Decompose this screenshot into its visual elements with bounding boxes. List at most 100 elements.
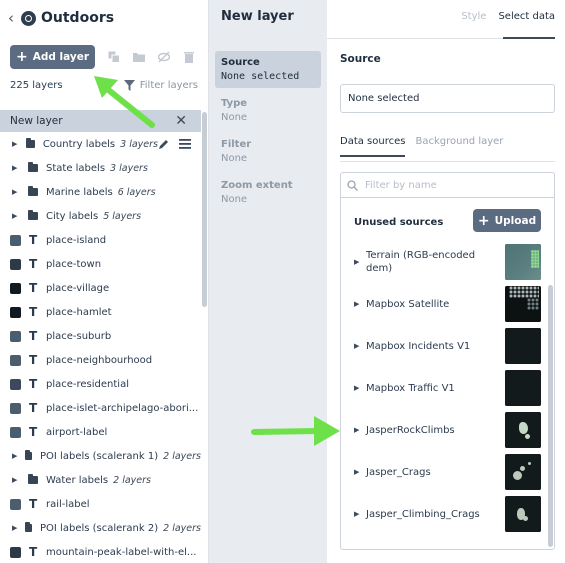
source-item[interactable]: ▶ JasperRockClimbs — [354, 411, 541, 449]
layer-name: place-town — [46, 258, 102, 270]
hide-icon[interactable] — [158, 51, 170, 63]
layer-name: airport-label — [46, 426, 108, 438]
symbol-layer-icon: T — [29, 305, 38, 319]
layer-group-row[interactable]: ▶ City labels 5 layers — [0, 204, 201, 228]
caret-right-icon[interactable]: ▶ — [12, 164, 22, 172]
pencil-icon[interactable] — [158, 139, 169, 150]
data-panel: Style Select data Source None selected D… — [327, 0, 565, 563]
tab-type[interactable]: Type None — [215, 92, 321, 129]
layer-name: place-neighbourhood — [46, 354, 153, 366]
annotation-arrow-icon — [94, 76, 155, 128]
layer-title: New layer — [221, 9, 294, 24]
caret-right-icon[interactable]: ▶ — [12, 188, 22, 196]
layer-list: New layer ✕ ▶ Country labels 3 layers ▶ Stat… — [0, 110, 201, 563]
tab-select-data[interactable]: Select data — [498, 11, 555, 22]
sources-scrollbar[interactable] — [548, 285, 553, 547]
style-title: Outdoors — [41, 10, 115, 26]
layer-name: place-islet-archipelago-abori... — [46, 402, 199, 414]
caret-right-icon[interactable]: ▶ — [12, 140, 20, 148]
caret-right-icon[interactable]: ▶ — [354, 510, 359, 518]
upload-button[interactable]: + Upload — [473, 209, 541, 232]
symbol-layer-icon: T — [29, 329, 38, 343]
folder-icon — [28, 186, 38, 196]
tab-style[interactable]: Style — [461, 11, 486, 22]
layer-row[interactable]: Trail-label — [0, 492, 201, 516]
divider — [340, 161, 555, 162]
source-thumbnail — [505, 496, 541, 532]
layer-group-row[interactable]: ▶ POI labels (scalerank 1) 2 layers — [0, 444, 201, 468]
layer-name: place-island — [46, 234, 107, 246]
layer-group-row[interactable]: ▶ Marine labels 6 layers — [0, 180, 201, 204]
source-name: Mapbox Satellite — [366, 298, 450, 310]
property-tabs: Source None selected Type None Filter No… — [215, 51, 321, 215]
tab-zoom-extent[interactable]: Zoom extent None — [215, 174, 321, 211]
layer-row[interactable]: Tplace-neighbourhood — [0, 348, 201, 372]
symbol-layer-icon: T — [29, 401, 38, 415]
layer-properties-panel: New layer Source None selected Type None… — [209, 0, 327, 563]
chevron-left-icon[interactable]: ‹ — [8, 9, 18, 27]
annotation-arrow-icon — [251, 416, 340, 446]
caret-right-icon[interactable]: ▶ — [354, 258, 359, 266]
caret-right-icon[interactable]: ▶ — [12, 476, 22, 484]
add-layer-button[interactable]: + Add layer — [10, 45, 95, 69]
layer-group-count: 3 layers — [110, 162, 148, 174]
layer-row[interactable]: Tplace-village — [0, 276, 201, 300]
trash-icon[interactable] — [183, 51, 195, 63]
caret-right-icon[interactable]: ▶ — [12, 524, 19, 532]
layer-row[interactable]: Tplace-residential — [0, 372, 201, 396]
layer-swatch-icon — [10, 282, 21, 294]
layer-group-row[interactable]: ▶ State labels 3 layers — [0, 156, 201, 180]
folder-icon — [26, 138, 35, 148]
layer-group-row[interactable]: ▶ Water labels 2 layers — [0, 468, 201, 492]
caret-right-icon[interactable]: ▶ — [12, 452, 19, 460]
source-name: Mapbox Incidents V1 — [366, 340, 471, 352]
layer-swatch-icon — [10, 306, 21, 318]
caret-right-icon[interactable]: ▶ — [354, 468, 359, 476]
folder-icon — [28, 474, 38, 484]
source-thumbnail — [505, 454, 541, 490]
source-item[interactable]: ▶ Jasper_Climbing_Crags — [354, 495, 541, 533]
menu-icon[interactable] — [179, 139, 191, 149]
sidebar-header: ‹ Outdoors — [0, 0, 208, 36]
source-thumbnail — [505, 370, 541, 406]
caret-right-icon[interactable]: ▶ — [354, 384, 359, 392]
caret-right-icon[interactable]: ▶ — [354, 342, 359, 350]
layer-row[interactable]: Tplace-islet-archipelago-abori... — [0, 396, 201, 420]
tab-background-layer[interactable]: Background layer — [415, 136, 503, 157]
layer-row[interactable]: Tairport-label — [0, 420, 201, 444]
layer-swatch-icon — [10, 402, 21, 414]
layer-row[interactable]: Tplace-suburb — [0, 324, 201, 348]
layer-row[interactable]: Tplace-town — [0, 252, 201, 276]
source-name: Mapbox Traffic V1 — [366, 382, 455, 394]
caret-right-icon[interactable]: ▶ — [354, 300, 359, 308]
tab-value: None — [221, 112, 248, 123]
source-name: Jasper_Crags — [366, 466, 431, 478]
source-item[interactable]: ▶ Terrain (RGB-encoded dem) — [354, 243, 541, 281]
search-input[interactable]: Filter by name — [341, 173, 554, 198]
source-field[interactable]: None selected — [340, 84, 555, 113]
tab-source[interactable]: Source None selected — [215, 51, 321, 88]
layer-group-row[interactable]: ▶ Country labels 3 layers — [0, 132, 201, 156]
row-actions — [158, 139, 201, 150]
layer-row[interactable]: Tplace-hamlet — [0, 300, 201, 324]
layer-row[interactable]: Tplace-island — [0, 228, 201, 252]
source-item[interactable]: ▶ Mapbox Traffic V1 — [354, 369, 541, 407]
source-item[interactable]: ▶ Mapbox Incidents V1 — [354, 327, 541, 365]
caret-right-icon[interactable]: ▶ — [12, 212, 22, 220]
caret-right-icon[interactable]: ▶ — [354, 426, 359, 434]
sidebar-scrollbar[interactable] — [202, 112, 207, 307]
layer-group-count: 6 layers — [117, 186, 156, 198]
close-icon[interactable]: ✕ — [175, 113, 187, 129]
layer-group-row[interactable]: ▶ POI labels (scalerank 2) 2 layers — [0, 516, 201, 540]
source-tabs: Data sources Background layer — [340, 136, 503, 157]
tab-label: Source — [221, 57, 260, 68]
layer-row[interactable]: Tmountain-peak-label-with-el... — [0, 540, 201, 563]
source-item[interactable]: ▶ Mapbox Satellite — [354, 285, 541, 323]
layer-toolbar: + Add layer — [10, 45, 195, 69]
duplicate-icon[interactable] — [108, 51, 120, 63]
tab-data-sources[interactable]: Data sources — [340, 136, 406, 157]
folder-icon[interactable] — [133, 51, 145, 63]
source-item[interactable]: ▶ Jasper_Crags — [354, 453, 541, 491]
tab-label: Zoom extent — [221, 180, 293, 191]
tab-filter[interactable]: Filter None — [215, 133, 321, 170]
